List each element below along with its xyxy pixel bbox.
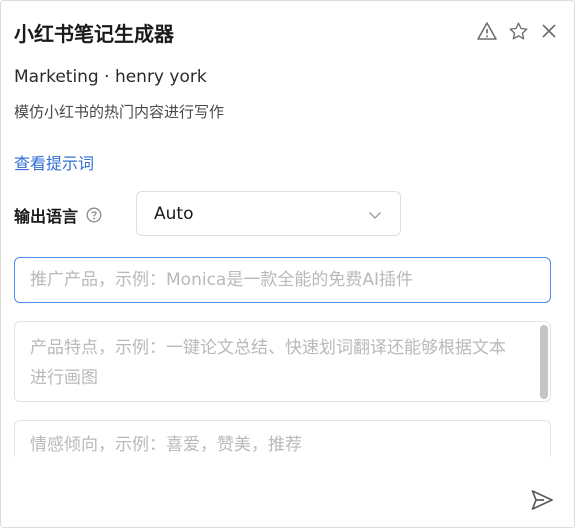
- output-language-label: 输出语言: [14, 206, 79, 226]
- features-scrollbar[interactable]: [540, 325, 548, 399]
- chevron-down-icon: [368, 207, 382, 221]
- footer-area: [2, 457, 573, 527]
- page-title: 小红书笔记生成器: [14, 22, 174, 46]
- language-select[interactable]: Auto: [136, 191, 401, 236]
- description: 模仿小红书的热门内容进行写作: [14, 103, 225, 121]
- product-input[interactable]: 推广产品，示例：Monica是一款全能的免费AI插件: [14, 257, 551, 303]
- author-line: Marketing · henry york: [14, 67, 207, 87]
- star-icon[interactable]: [507, 20, 529, 42]
- close-icon[interactable]: [538, 20, 560, 42]
- output-language-row: 输出语言 Auto: [14, 191, 401, 238]
- header-actions: [476, 20, 560, 42]
- note-generator-panel: 小红书笔记生成器 Marketing · henry york 模仿小红书的热门…: [0, 0, 575, 528]
- send-icon[interactable]: [529, 487, 555, 513]
- features-input[interactable]: 产品特点，示例：一键论文总结、快速划词翻译还能够根据文本进行画图: [14, 321, 551, 402]
- view-prompt-link[interactable]: 查看提示词: [14, 150, 94, 174]
- language-select-value: Auto: [154, 203, 194, 224]
- help-icon[interactable]: [86, 207, 102, 223]
- warning-icon[interactable]: [476, 20, 498, 42]
